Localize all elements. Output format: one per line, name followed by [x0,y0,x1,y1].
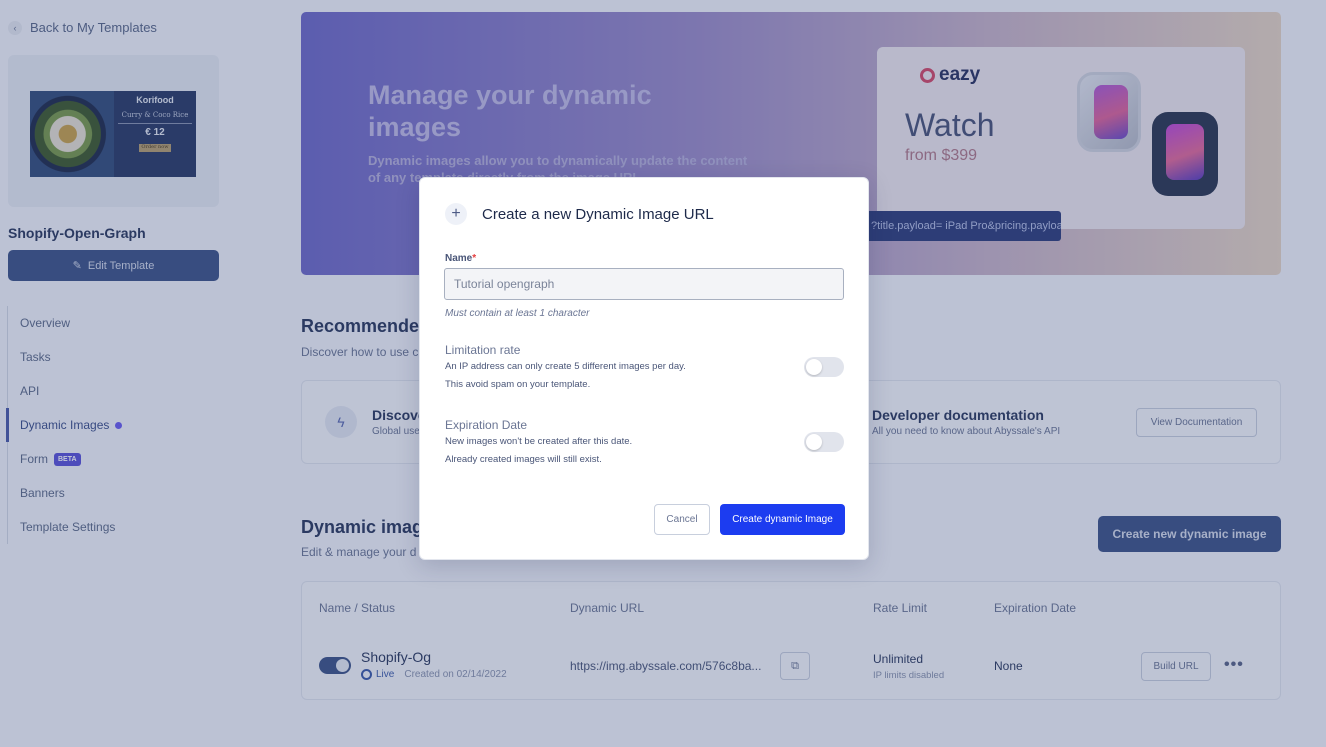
name-hint: Must contain at least 1 character [445,308,590,319]
limitation-rate-description: An IP address can only create 5 differen… [445,358,686,394]
name-label-text: Name [445,253,473,264]
expiration-line2: Already created images will still exist. [445,454,602,465]
limitation-line2: This avoid spam on your template. [445,379,591,390]
modal-title: Create a new Dynamic Image URL [482,206,714,223]
expiration-date-description: New images won't be created after this d… [445,433,632,469]
limitation-rate-title: Limitation rate [445,343,521,357]
create-dynamic-image-button[interactable]: Create dynamic Image [720,504,845,535]
create-dynamic-image-modal: + Create a new Dynamic Image URL Name* M… [419,177,869,560]
expiration-date-title: Expiration Date [445,418,528,432]
expiration-date-toggle[interactable] [804,432,844,452]
required-asterisk: * [472,253,477,264]
name-label: Name* [445,253,476,264]
cancel-button[interactable]: Cancel [654,504,710,535]
limitation-line1: An IP address can only create 5 differen… [445,361,686,372]
limitation-rate-toggle[interactable] [804,357,844,377]
plus-icon: + [445,203,467,225]
expiration-line1: New images won't be created after this d… [445,436,633,447]
name-input[interactable] [444,268,844,300]
